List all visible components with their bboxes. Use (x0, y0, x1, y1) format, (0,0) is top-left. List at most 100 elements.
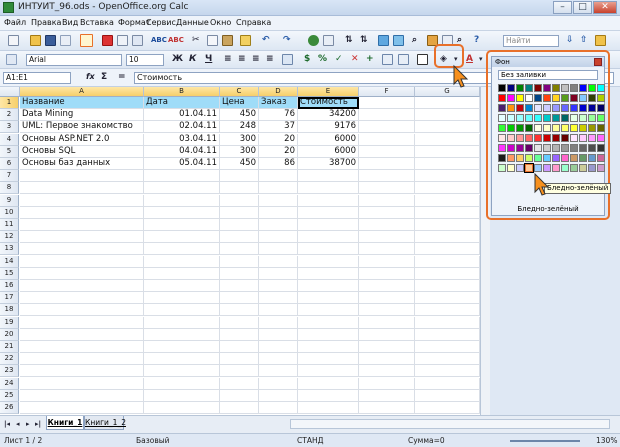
cell-g4[interactable] (415, 133, 480, 146)
cell-b25[interactable] (144, 389, 220, 402)
cell-c12[interactable] (220, 231, 259, 244)
cell-a8[interactable] (20, 182, 144, 195)
row-header-4[interactable]: 4 (0, 133, 19, 146)
cell-g2[interactable] (415, 109, 480, 122)
color-swatch[interactable] (534, 164, 542, 172)
cell-e24[interactable] (298, 377, 359, 390)
cell-c15[interactable] (220, 267, 259, 280)
cell-c4[interactable]: 300 (220, 133, 259, 146)
color-swatch[interactable] (570, 144, 578, 152)
color-swatch[interactable] (524, 163, 534, 173)
color-swatch[interactable] (534, 104, 542, 112)
next-sheet-icon[interactable]: ▸ (26, 418, 30, 430)
cell-f9[interactable] (359, 194, 415, 207)
export-pdf-icon[interactable] (102, 35, 113, 46)
cell-f4[interactable] (359, 133, 415, 146)
row-header-7[interactable]: 7 (0, 170, 19, 183)
cell-a20[interactable] (20, 328, 144, 341)
cell-e4[interactable]: 6000 (298, 133, 359, 146)
color-swatch[interactable] (534, 94, 542, 102)
cell-b7[interactable] (144, 170, 220, 183)
cell-g8[interactable] (415, 182, 480, 195)
cell-c17[interactable] (220, 292, 259, 305)
cell-e5[interactable]: 6000 (298, 145, 359, 158)
undo-icon[interactable]: ↶ (262, 34, 270, 46)
cell-e19[interactable] (298, 316, 359, 329)
background-color-icon[interactable]: ◈ (440, 53, 447, 65)
cell-f19[interactable] (359, 316, 415, 329)
color-swatch[interactable] (597, 154, 605, 162)
cell-f23[interactable] (359, 365, 415, 378)
cell-b12[interactable] (144, 231, 220, 244)
color-swatch[interactable] (543, 144, 551, 152)
decrease-indent-icon[interactable] (382, 54, 393, 65)
cell-c22[interactable] (220, 353, 259, 366)
row-header-24[interactable]: 24 (0, 377, 19, 390)
edit-file-icon[interactable] (80, 34, 93, 47)
cell-b14[interactable] (144, 255, 220, 268)
add-decimal-icon[interactable]: + (366, 53, 374, 65)
color-swatch[interactable] (516, 84, 524, 92)
color-swatch[interactable] (552, 144, 560, 152)
column-header-f[interactable]: F (359, 87, 415, 97)
cell-d13[interactable] (259, 243, 298, 256)
color-swatch[interactable] (498, 124, 506, 132)
color-swatch[interactable] (552, 94, 560, 102)
spreadsheet-grid[interactable]: A B C D E F G 1 Название Дата Цена Заказ Стоимость 2 D… (0, 87, 480, 415)
color-swatch[interactable] (498, 104, 506, 112)
cell-d14[interactable] (259, 255, 298, 268)
row-header-11[interactable]: 11 (0, 219, 19, 231)
cell-d4[interactable]: 20 (259, 133, 298, 146)
row-header-23[interactable]: 23 (0, 365, 19, 378)
cell-g3[interactable] (415, 121, 480, 134)
cell-a7[interactable] (20, 170, 144, 183)
color-swatch[interactable] (525, 154, 533, 162)
cell-g7[interactable] (415, 170, 480, 183)
cell-b19[interactable] (144, 316, 220, 329)
color-swatch[interactable] (597, 84, 605, 92)
sheet-tab-knigi-1[interactable]: Книги_1 (46, 416, 84, 430)
color-swatch[interactable] (516, 124, 524, 132)
cell-g12[interactable] (415, 231, 480, 244)
cell-e25[interactable] (298, 389, 359, 402)
color-swatch[interactable] (579, 164, 587, 172)
cell-f26[interactable] (359, 402, 415, 414)
autospellcheck-icon[interactable]: ABC (168, 34, 184, 46)
cell-d7[interactable] (259, 170, 298, 183)
row-header-8[interactable]: 8 (0, 182, 19, 195)
cell-b10[interactable] (144, 206, 220, 219)
cell-f21[interactable] (359, 341, 415, 353)
cell-b20[interactable] (144, 328, 220, 341)
row-header-25[interactable]: 25 (0, 389, 19, 402)
cell-b22[interactable] (144, 353, 220, 366)
cell-b9[interactable] (144, 194, 220, 207)
color-swatch[interactable] (570, 114, 578, 122)
cell-e23[interactable] (298, 365, 359, 378)
cell-d19[interactable] (259, 316, 298, 329)
row-header-1[interactable]: 1 (0, 97, 19, 109)
cell-d16[interactable] (259, 280, 298, 292)
color-swatch[interactable] (525, 134, 533, 142)
italic-button[interactable]: К (189, 53, 196, 65)
merge-cells-icon[interactable] (282, 54, 293, 65)
no-fill-option[interactable]: Без заливки (498, 70, 598, 80)
menu-help[interactable]: Справка (236, 18, 271, 27)
cell-g17[interactable] (415, 292, 480, 305)
color-swatch[interactable] (534, 154, 542, 162)
cell-c21[interactable] (220, 341, 259, 353)
sort-descending-icon[interactable]: ⇅ (360, 34, 368, 46)
prev-sheet-icon[interactable]: ◂ (16, 418, 20, 430)
cell-d9[interactable] (259, 194, 298, 207)
hyperlink-icon[interactable] (308, 35, 319, 46)
color-swatch[interactable] (516, 94, 524, 102)
color-swatch[interactable] (507, 144, 515, 152)
color-swatch[interactable] (525, 114, 533, 122)
cell-f7[interactable] (359, 170, 415, 183)
cell-g24[interactable] (415, 377, 480, 390)
first-sheet-icon[interactable]: |◂ (4, 418, 10, 430)
color-swatch[interactable] (507, 154, 515, 162)
menu-edit[interactable]: Правка (31, 18, 61, 27)
color-swatch[interactable] (561, 154, 569, 162)
color-swatch[interactable] (507, 94, 515, 102)
color-swatch[interactable] (588, 124, 596, 132)
